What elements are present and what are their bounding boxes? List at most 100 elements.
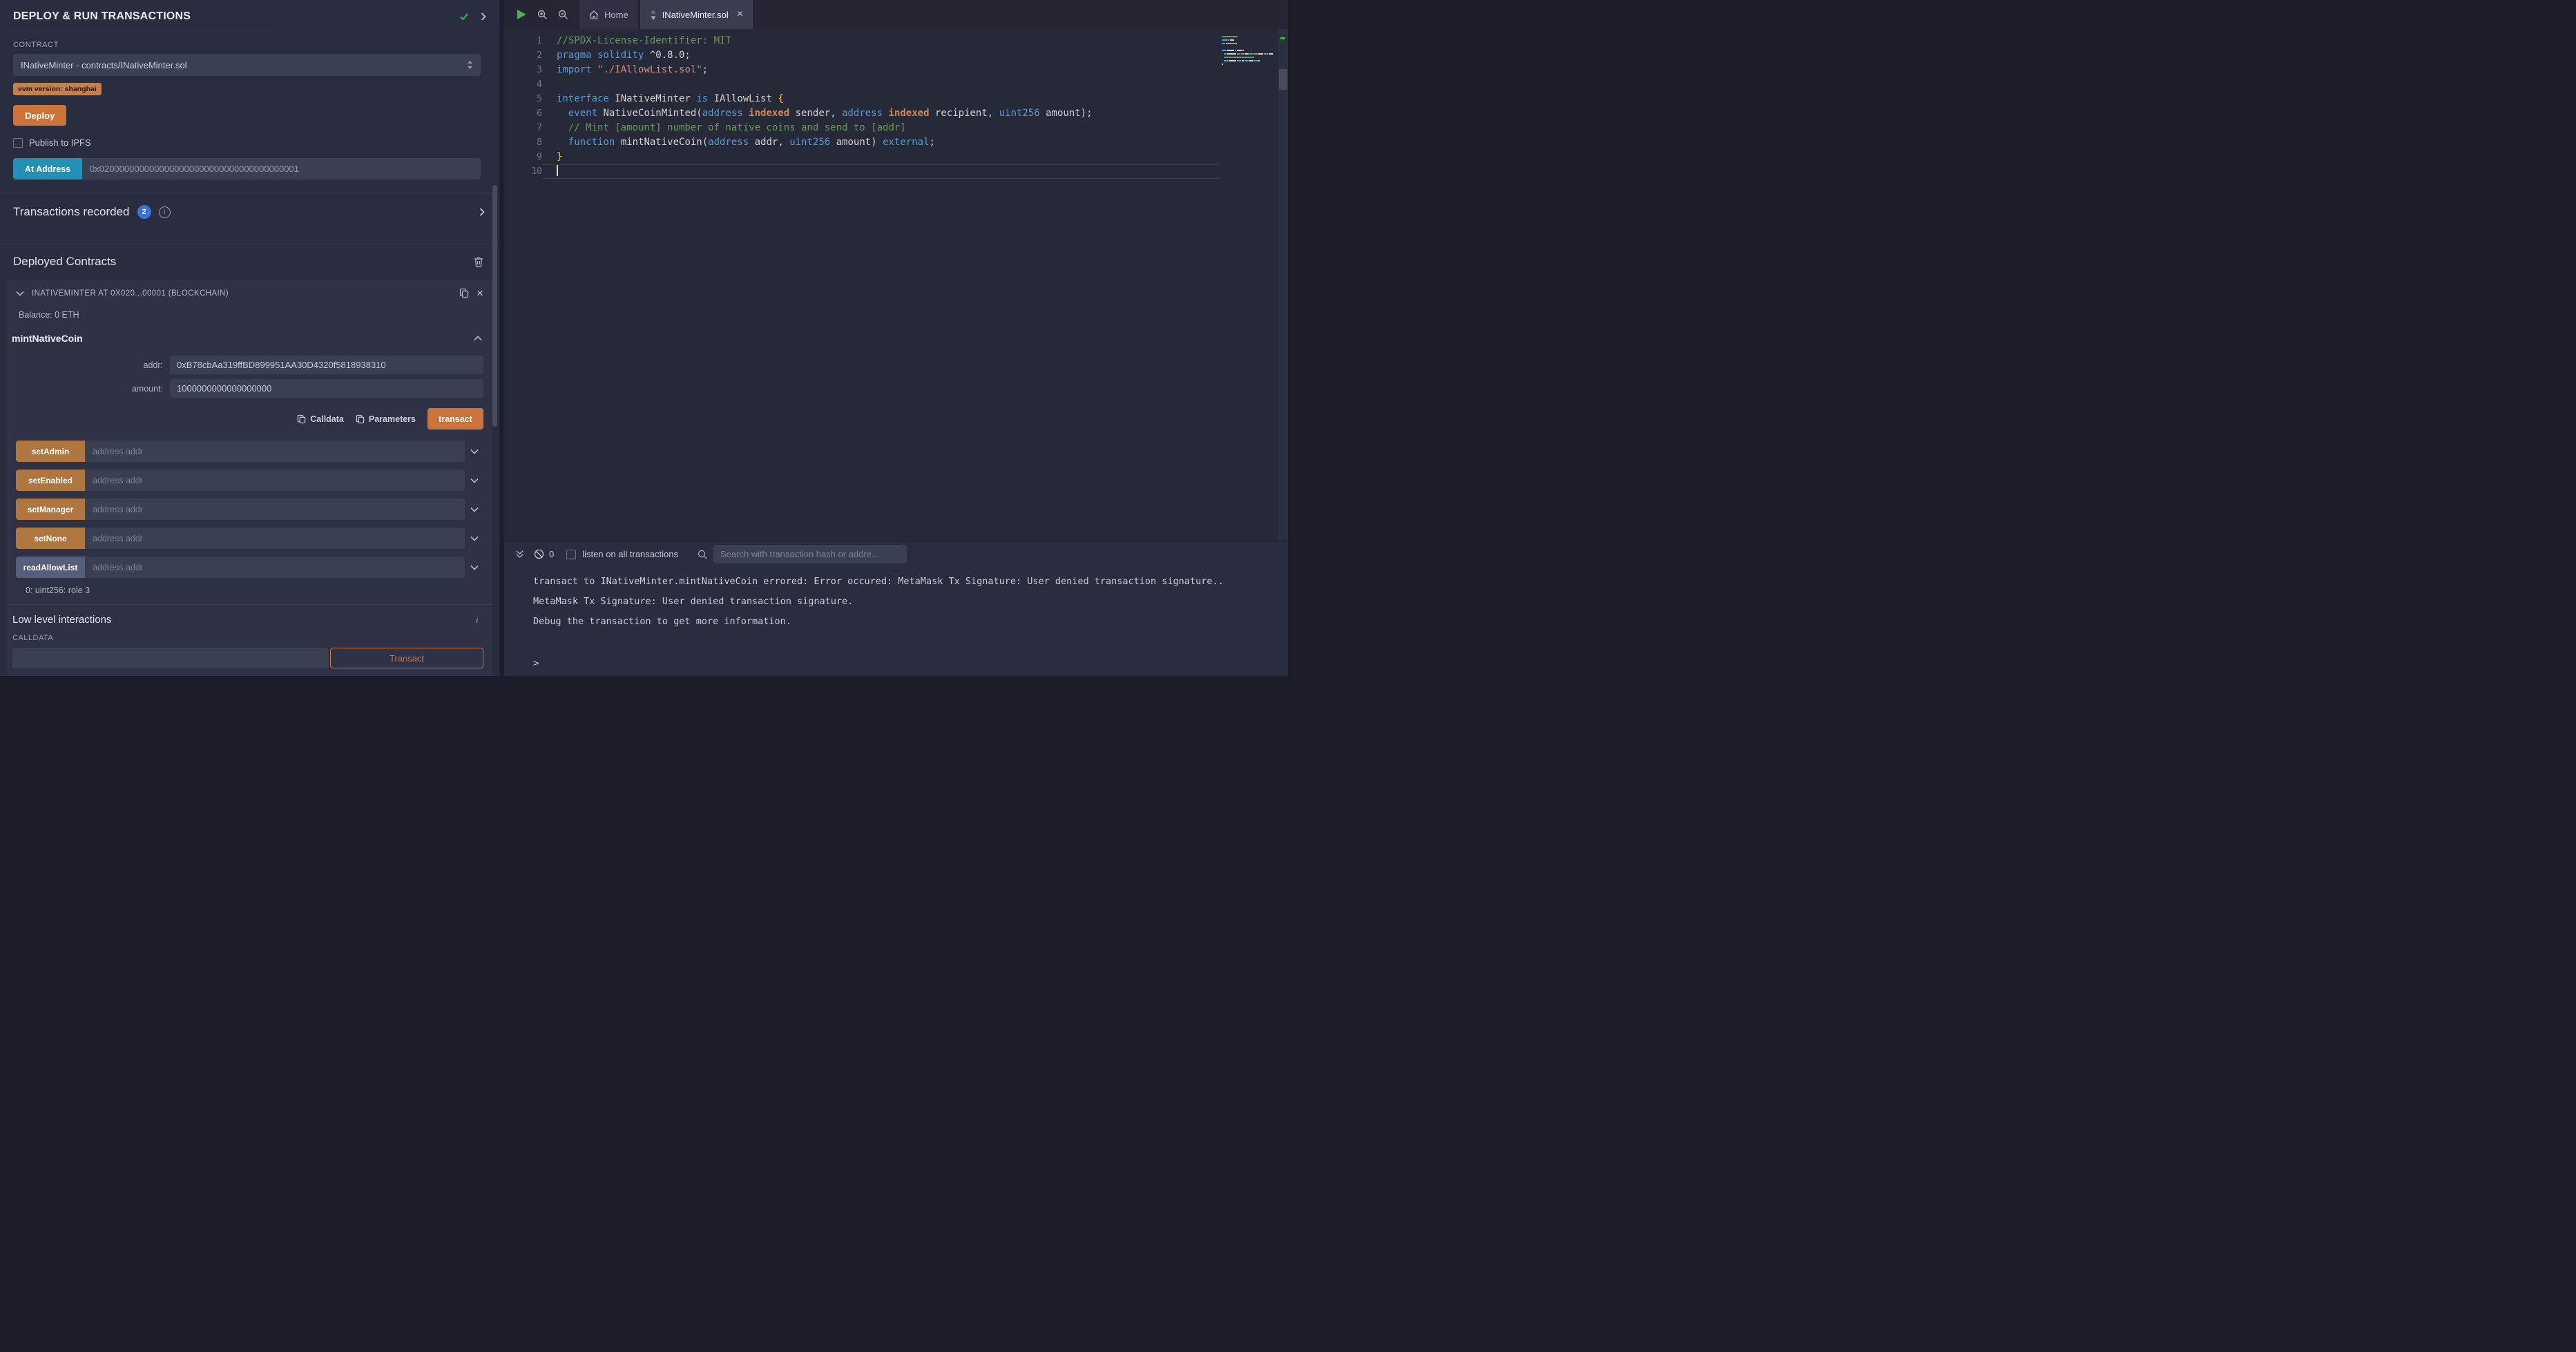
listen-transactions-checkbox[interactable]: [566, 550, 576, 559]
at-address-input[interactable]: [82, 158, 481, 180]
plugin-ok-check-icon: [459, 11, 470, 22]
at-address-button[interactable]: At Address: [13, 158, 82, 180]
fn-input-setManager[interactable]: [85, 499, 465, 520]
code-line[interactable]: 3import "./IAllowList.sol";: [504, 63, 1288, 77]
expand-fn-icon[interactable]: [465, 536, 483, 541]
run-script-icon[interactable]: [517, 9, 527, 20]
code-line[interactable]: 2pragma solidity ^0.8.0;: [504, 48, 1288, 63]
tab-inativeminter-sol[interactable]: INativeMinter.sol ×: [640, 0, 753, 29]
editor-tabbar: Home INativeMinter.sol ×: [504, 0, 1288, 29]
terminal: 0 listen on all transactions transact to…: [504, 541, 1288, 676]
evm-version-badge: evm version: shanghai: [13, 83, 102, 95]
fn-button-setAdmin[interactable]: setAdmin: [16, 441, 85, 462]
collapse-terminal-icon[interactable]: [515, 550, 524, 559]
fn-row-setEnabled: setEnabled: [16, 470, 483, 491]
transactions-count-badge: 2: [137, 205, 151, 219]
terminal-search-icon: [698, 550, 707, 559]
solidity-file-icon: [650, 10, 657, 20]
contract-select[interactable]: INativeMinter - contracts/INativeMinter.…: [13, 54, 481, 76]
fn-button-setNone[interactable]: setNone: [16, 528, 85, 549]
tab-file-label: INativeMinter.sol: [662, 10, 729, 20]
collapse-function-icon[interactable]: [474, 336, 482, 341]
code-line[interactable]: 7 // Mint [amount] number of native coin…: [504, 121, 1288, 135]
terminal-search-input[interactable]: [713, 545, 907, 563]
terminal-output[interactable]: transact to INativeMinter.mintNativeCoin…: [504, 567, 1288, 676]
collapse-contract-icon[interactable]: [16, 291, 24, 296]
code-line[interactable]: 4: [504, 77, 1288, 92]
remix-app: DEPLOY & RUN TRANSACTIONS CONTRACT INati…: [0, 0, 1288, 676]
clear-deployed-trash-icon[interactable]: [474, 257, 483, 267]
transact-button[interactable]: transact: [427, 408, 483, 429]
terminal-toolbar: 0 listen on all transactions: [504, 541, 1288, 567]
contract-balance: Balance: 0 ETH: [7, 305, 492, 321]
code-line[interactable]: 9}: [504, 150, 1288, 164]
line-number: 1: [504, 34, 542, 48]
publish-ipfs-checkbox[interactable]: [13, 138, 23, 148]
fn-input-setNone[interactable]: [85, 528, 465, 549]
copy-calldata-button[interactable]: Calldata: [297, 414, 344, 424]
code-editor[interactable]: 1//SPDX-License-Identifier: MIT2pragma s…: [504, 29, 1288, 541]
function-name: mintNativeCoin: [12, 333, 83, 344]
panel-resize-handle[interactable]: [499, 0, 504, 676]
fn-row-setNone: setNone: [16, 528, 483, 549]
zoom-out-icon[interactable]: [558, 10, 568, 20]
code-line[interactable]: 10: [504, 164, 1288, 179]
remove-contract-icon[interactable]: ×: [477, 287, 483, 299]
editor-scrollbar-thumb[interactable]: [1279, 69, 1287, 90]
fn-button-setEnabled[interactable]: setEnabled: [16, 470, 85, 491]
copy-address-icon[interactable]: [459, 288, 469, 298]
publish-ipfs-label: Publish to IPFS: [29, 137, 91, 148]
deploy-button[interactable]: Deploy: [13, 105, 66, 126]
code-line[interactable]: 8 function mintNativeCoin(address addr, …: [504, 135, 1288, 150]
fn-button-setManager[interactable]: setManager: [16, 499, 85, 520]
fn-input-setAdmin[interactable]: [85, 441, 465, 462]
fn-row-setManager: setManager: [16, 499, 483, 520]
code-line[interactable]: 1//SPDX-License-Identifier: MIT: [504, 34, 1288, 48]
field-input[interactable]: [170, 379, 483, 398]
line-number: 2: [504, 48, 542, 63]
terminal-line: Debug the transaction to get more inform…: [533, 616, 1274, 627]
low-level-transact-button[interactable]: Transact: [330, 648, 483, 668]
close-tab-icon[interactable]: ×: [737, 9, 743, 20]
terminal-prompt[interactable]: >: [533, 658, 1274, 669]
text-cursor: [557, 165, 558, 176]
minimap[interactable]: [1222, 36, 1274, 70]
line-number: 10: [504, 164, 542, 179]
deploy-run-panel: DEPLOY & RUN TRANSACTIONS CONTRACT INati…: [0, 0, 499, 676]
listen-transactions-label: listen on all transactions: [582, 549, 678, 559]
line-number: 8: [504, 135, 542, 150]
editor-scrollbar[interactable]: [1278, 29, 1288, 541]
field-input[interactable]: [170, 356, 483, 374]
copy-parameters-label: Parameters: [369, 414, 416, 424]
field-label: addr:: [16, 360, 163, 370]
fn-row-readAllowList: readAllowList: [16, 557, 483, 578]
panel-expand-icon[interactable]: [481, 12, 486, 21]
fn-button-readAllowList[interactable]: readAllowList: [16, 557, 85, 578]
chevron-right-icon[interactable]: [479, 208, 485, 216]
mint-native-coin-section: mintNativeCoin addr:amount: Calldata Par…: [7, 321, 492, 429]
fn-input-setEnabled[interactable]: [85, 470, 465, 491]
expand-fn-icon[interactable]: [465, 449, 483, 454]
fn-fields: addr:amount:: [7, 356, 492, 398]
expand-fn-icon[interactable]: [465, 507, 483, 512]
pending-block-indicator: 0: [534, 549, 554, 559]
zoom-in-icon[interactable]: [537, 10, 548, 20]
transactions-recorded-row[interactable]: Transactions recorded 2 i: [0, 193, 499, 231]
line-number: 9: [504, 150, 542, 164]
calldata-input[interactable]: [12, 648, 329, 668]
panel-header: DEPLOY & RUN TRANSACTIONS: [0, 0, 499, 30]
code-line[interactable]: 6 event NativeCoinMinted(address indexed…: [504, 106, 1288, 121]
code-line[interactable]: 5interface INativeMinter is IAllowList {: [504, 92, 1288, 106]
publish-ipfs-row: Publish to IPFS: [13, 137, 481, 148]
pending-count: 0: [549, 549, 554, 559]
expand-fn-icon[interactable]: [465, 565, 483, 570]
contract-label: CONTRACT: [13, 41, 481, 49]
panel-scrollbar-thumb[interactable]: [492, 185, 497, 427]
fn-input-readAllowList[interactable]: [85, 557, 465, 578]
line-number: 4: [504, 77, 542, 92]
tab-home[interactable]: Home: [579, 0, 638, 29]
copy-parameters-button[interactable]: Parameters: [356, 414, 416, 424]
expand-fn-icon[interactable]: [465, 478, 483, 483]
contract-select-value: INativeMinter - contracts/INativeMinter.…: [21, 60, 187, 70]
terminal-line: transact to INativeMinter.mintNativeCoin…: [533, 576, 1274, 587]
